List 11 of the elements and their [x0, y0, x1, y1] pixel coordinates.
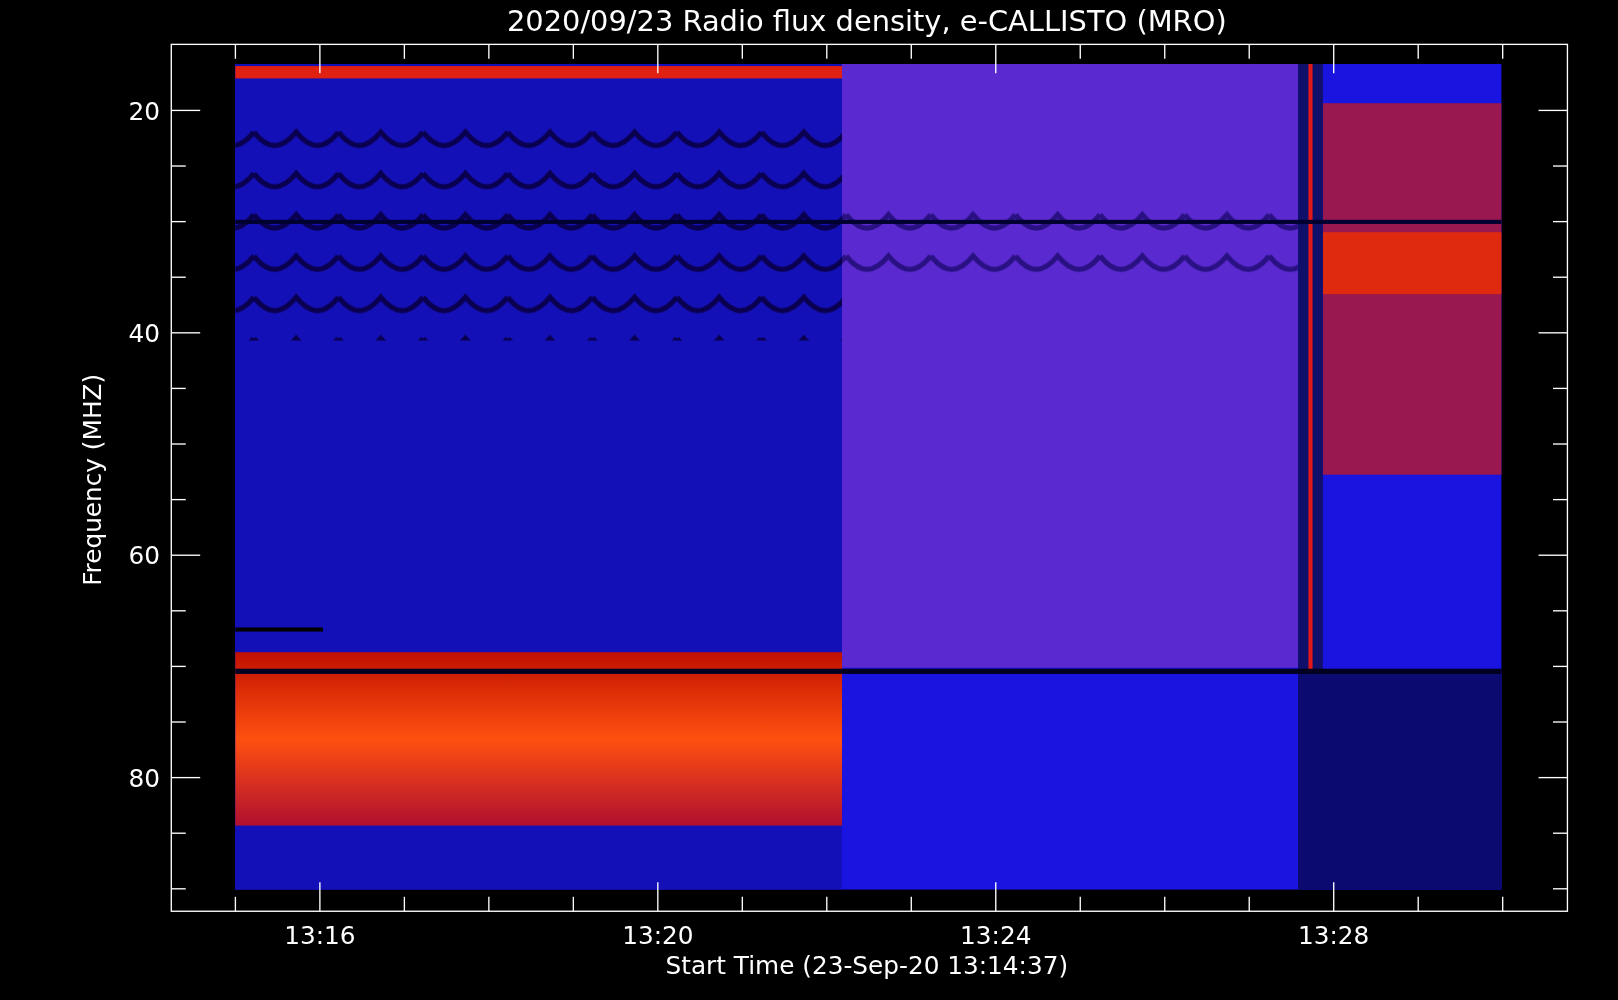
axis-title: Frequency (MHZ) — [78, 373, 108, 586]
tick-label: 13:28 — [1298, 921, 1370, 951]
axis-title: Start Time (23-Sep-20 13:14:37) — [665, 951, 1069, 981]
tick-label: 80 — [128, 763, 160, 793]
chart-title: 2020/09/23 Radio flux density, e-CALLISTO (MRO) — [506, 3, 1227, 38]
tick-label: 13:16 — [284, 921, 356, 951]
tick-label: 40 — [128, 319, 160, 349]
tick-label: 60 — [128, 541, 160, 571]
tick-label: 13:24 — [960, 921, 1032, 951]
tick-label: 13:20 — [622, 921, 694, 951]
tick-label: 20 — [128, 96, 160, 126]
